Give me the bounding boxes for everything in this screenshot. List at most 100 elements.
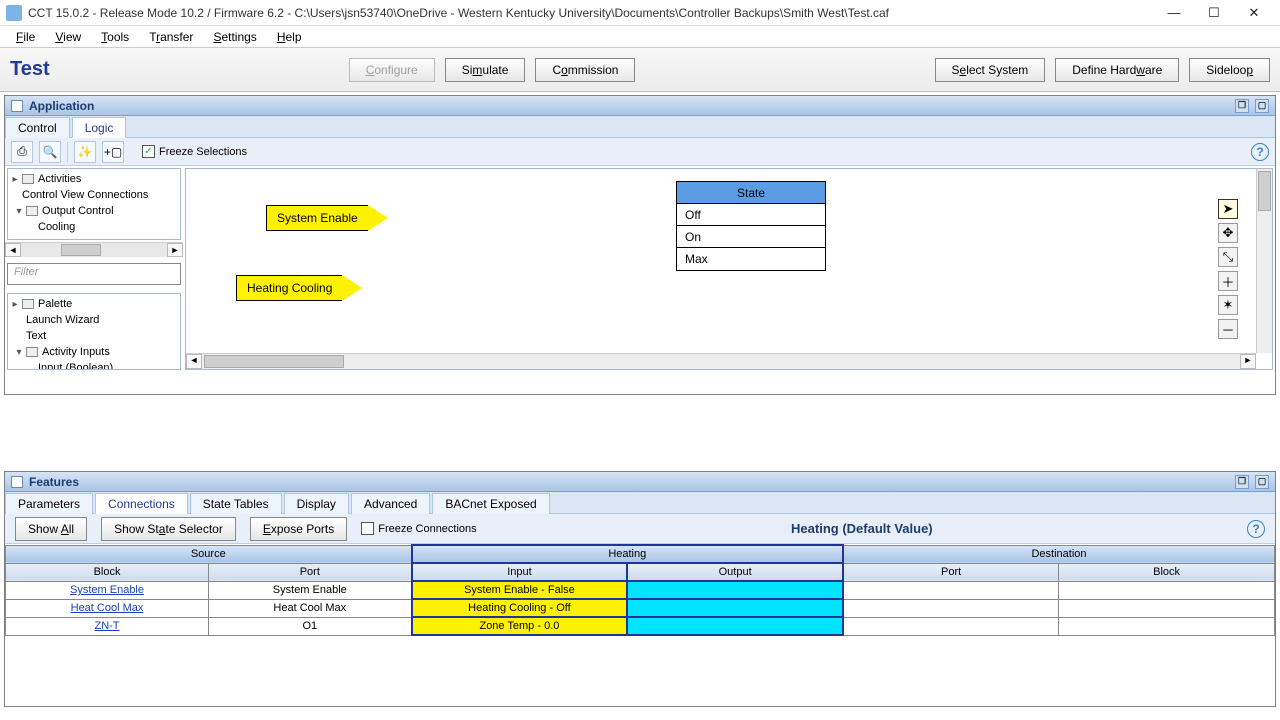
block-heating-cooling[interactable]: Heating Cooling <box>236 275 362 301</box>
zoom-out-icon[interactable]: － <box>1218 319 1238 339</box>
tree-hscroll[interactable]: ◄► <box>5 242 183 257</box>
table-row[interactable]: Heat Cool Max Heat Cool Max Heating Cool… <box>6 599 1275 617</box>
freeze-selections-checkbox[interactable]: ✓ Freeze Selections <box>142 145 247 158</box>
menu-help[interactable]: Help <box>267 28 312 46</box>
cell-input[interactable]: Heating Cooling - Off <box>412 599 628 617</box>
tab-display[interactable]: Display <box>284 493 349 514</box>
cell-input[interactable]: System Enable - False <box>412 581 628 599</box>
find-icon[interactable]: 🔍 <box>39 141 61 163</box>
add-icon[interactable]: +▢ <box>102 141 124 163</box>
activities-tree[interactable]: ▸Activities Control View Connections ▾Ou… <box>7 168 181 240</box>
tab-connections[interactable]: Connections <box>95 493 188 514</box>
palette-item[interactable]: Launch Wizard <box>26 314 99 326</box>
state-header: State <box>677 182 825 204</box>
help-icon[interactable]: ? <box>1251 143 1269 161</box>
tab-control[interactable]: Control <box>5 117 70 138</box>
configure-button[interactable]: Configure <box>349 58 435 82</box>
window-title: CCT 15.0.2 - Release Mode 10.2 / Firmwar… <box>28 6 1154 20</box>
logic-toolbar: ⎙ 🔍 ✨ +▢ ✓ Freeze Selections ? <box>5 138 1275 166</box>
pointer-tool-icon[interactable]: ➤ <box>1218 199 1238 219</box>
table-row[interactable]: System Enable System Enable System Enabl… <box>6 581 1275 599</box>
block-system-enable[interactable]: System Enable <box>266 205 388 231</box>
menu-tools[interactable]: Tools <box>91 28 139 46</box>
menu-file[interactable]: File <box>6 28 45 46</box>
header-right: Select System Define Hardware Sideloop <box>935 58 1270 82</box>
tab-advanced[interactable]: Advanced <box>351 493 430 514</box>
features-tabs: Parameters Connections State Tables Disp… <box>5 492 1275 514</box>
state-row[interactable]: Off <box>677 204 825 226</box>
canvas-vscroll[interactable] <box>1256 169 1272 353</box>
left-column: ▸Activities Control View Connections ▾Ou… <box>5 166 183 372</box>
panel-square-icon <box>11 476 23 488</box>
block-label: System Enable <box>266 205 368 231</box>
block-label: Heating Cooling <box>236 275 342 301</box>
app-icon <box>6 5 22 21</box>
sideloop-button[interactable]: Sideloop <box>1189 58 1270 82</box>
tab-state-tables[interactable]: State Tables <box>190 493 282 514</box>
select-system-button[interactable]: Select System <box>935 58 1046 82</box>
cell-output[interactable] <box>627 617 843 635</box>
help-icon[interactable]: ? <box>1247 520 1265 538</box>
commission-button[interactable]: Commission <box>535 58 635 82</box>
table-row[interactable]: ZN-T O1 Zone Temp - 0.0 <box>6 617 1275 635</box>
features-panel-title: Features ❐ ▢ <box>5 472 1275 492</box>
application-tabs: Control Logic <box>5 116 1275 138</box>
show-state-selector-button[interactable]: Show State Selector <box>101 517 236 541</box>
features-panel: Features ❐ ▢ Parameters Connections Stat… <box>4 471 1276 707</box>
cell-block[interactable]: ZN-T <box>6 617 209 635</box>
zoom-fit-icon[interactable]: ✶ <box>1218 295 1238 315</box>
simulate-button[interactable]: Simulate <box>445 58 526 82</box>
cell-block[interactable]: System Enable <box>6 581 209 599</box>
state-row[interactable]: On <box>677 226 825 248</box>
tree-item[interactable]: Cooling <box>38 221 75 233</box>
tab-logic[interactable]: Logic <box>72 117 127 138</box>
freeze-connections-checkbox[interactable]: Freeze Connections <box>361 522 476 535</box>
menu-view[interactable]: View <box>45 28 91 46</box>
header-center: Configure Simulate Commission <box>50 58 935 82</box>
cell-dport <box>843 599 1059 617</box>
application-panel: Application ❐ ▢ Control Logic ⎙ 🔍 ✨ +▢ ✓… <box>4 95 1276 395</box>
panel-restore-icon[interactable]: ❐ <box>1235 99 1249 113</box>
wand-icon[interactable]: ✨ <box>74 141 96 163</box>
panel-maximize-icon[interactable]: ▢ <box>1255 99 1269 113</box>
close-button[interactable]: ✕ <box>1234 2 1274 24</box>
maximize-button[interactable]: ☐ <box>1194 2 1234 24</box>
cell-input[interactable]: Zone Temp - 0.0 <box>412 617 628 635</box>
show-all-button[interactable]: Show All <box>15 517 87 541</box>
state-box[interactable]: State Off On Max <box>676 181 826 271</box>
palette-item[interactable]: Input (Boolean) <box>38 362 113 370</box>
tree-item[interactable]: Output Control <box>42 205 114 217</box>
expose-ports-button[interactable]: Expose Ports <box>250 517 347 541</box>
freeze-connections-label: Freeze Connections <box>378 523 476 535</box>
print-icon[interactable]: ⎙ <box>11 141 33 163</box>
cell-output[interactable] <box>627 599 843 617</box>
col-output: Output <box>627 563 843 581</box>
fit-tool-icon[interactable]: ⤡ <box>1218 247 1238 267</box>
cell-output[interactable] <box>627 581 843 599</box>
pan-tool-icon[interactable]: ✥ <box>1218 223 1238 243</box>
zoom-in-icon[interactable]: ＋ <box>1218 271 1238 291</box>
filter-input[interactable]: Filter <box>7 263 181 285</box>
palette-item[interactable]: Activity Inputs <box>42 346 110 358</box>
menu-settings[interactable]: Settings <box>203 28 266 46</box>
window-titlebar: CCT 15.0.2 - Release Mode 10.2 / Firmwar… <box>0 0 1280 26</box>
canvas-hscroll[interactable]: ◄► <box>186 353 1256 369</box>
col-dest-block: Block <box>1059 563 1275 581</box>
logic-canvas[interactable]: System Enable Heating Cooling State Off … <box>185 168 1273 370</box>
cell-dblock <box>1059 599 1275 617</box>
define-hardware-button[interactable]: Define Hardware <box>1055 58 1179 82</box>
panel-restore-icon[interactable]: ❐ <box>1235 475 1249 489</box>
menu-transfer[interactable]: Transfer <box>139 28 203 46</box>
cell-block[interactable]: Heat Cool Max <box>6 599 209 617</box>
tree-item[interactable]: Control View Connections <box>22 189 148 201</box>
tab-parameters[interactable]: Parameters <box>5 493 93 514</box>
palette-tree[interactable]: ▸Palette Launch Wizard Text ▾Activity In… <box>7 293 181 370</box>
tab-bacnet[interactable]: BACnet Exposed <box>432 493 549 514</box>
panel-maximize-icon[interactable]: ▢ <box>1255 475 1269 489</box>
minimize-button[interactable]: — <box>1154 2 1194 24</box>
header-strip: Test Configure Simulate Commission Selec… <box>0 48 1280 92</box>
menu-bar: File View Tools Transfer Settings Help <box>0 26 1280 48</box>
tree-item[interactable]: Activities <box>38 173 81 185</box>
palette-item[interactable]: Text <box>26 330 46 342</box>
state-row[interactable]: Max <box>677 248 825 270</box>
